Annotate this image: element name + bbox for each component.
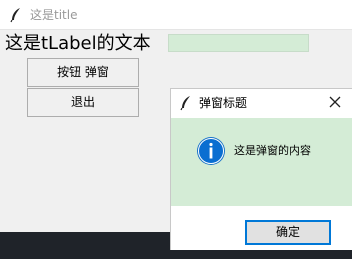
exit-button[interactable]: 退出 <box>27 88 139 117</box>
info-icon <box>197 137 225 165</box>
dialog-title: 弹窗标题 <box>199 96 248 110</box>
main-titlebar[interactable]: 这是title <box>0 0 352 30</box>
message-dialog: 弹窗标题 这是弹窗的内容 确定 <box>170 88 352 250</box>
text-label: 这是tLabel的文本 <box>5 33 151 54</box>
feather-icon <box>180 96 190 111</box>
ok-button[interactable]: 确定 <box>245 220 331 245</box>
dialog-message: 这是弹窗的内容 <box>234 144 311 157</box>
feather-icon <box>10 8 20 23</box>
dialog-body: 这是弹窗的内容 <box>171 118 352 206</box>
text-entry[interactable] <box>168 34 309 52</box>
popup-button[interactable]: 按钮 弹窗 <box>27 58 139 87</box>
close-icon[interactable] <box>328 95 342 109</box>
window-title: 这是title <box>30 8 78 22</box>
